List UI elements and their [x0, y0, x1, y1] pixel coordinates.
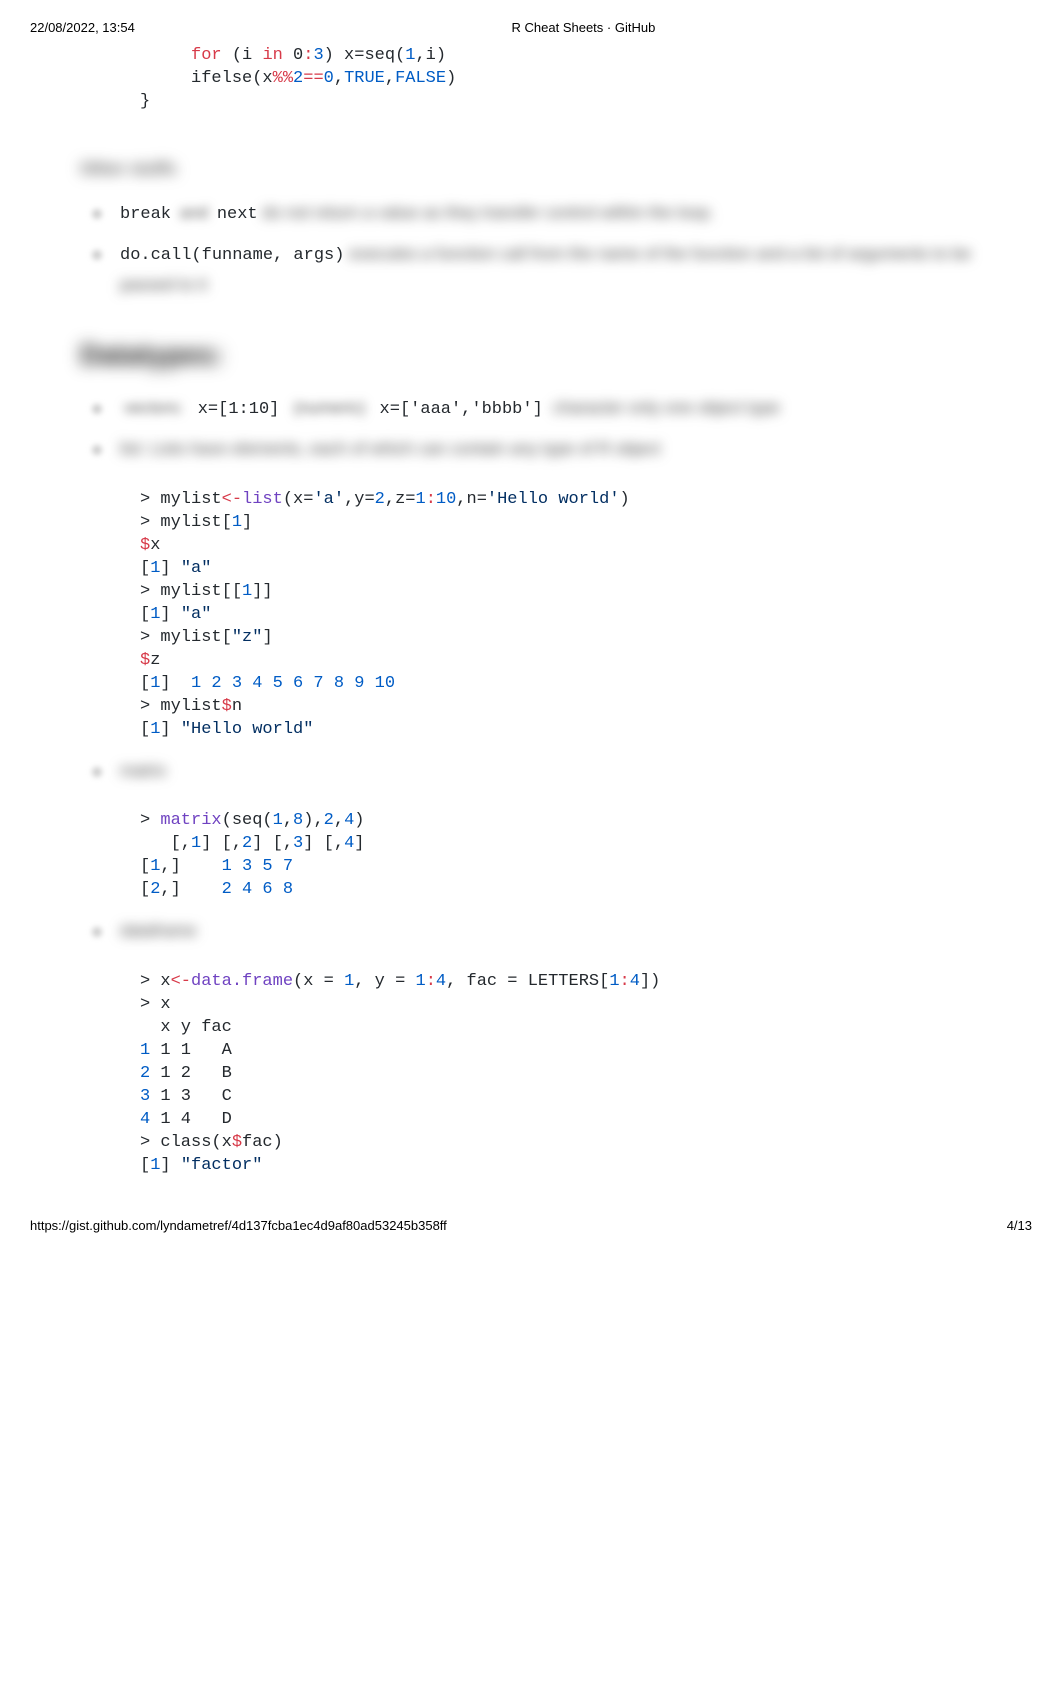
bullet-list-datatypes: vectors: x=[1:10] (numeric) x=['aaa','bb…: [60, 389, 1002, 469]
footer-url: https://gist.github.com/lyndametref/4d13…: [30, 1218, 447, 1233]
page-footer: https://gist.github.com/lyndametref/4d13…: [0, 1208, 1062, 1253]
code-block-matrix: > matrix(seq(1,8),2,4) [,1] [,2] [,3] [,…: [70, 810, 1002, 902]
bullet-do-call: do.call(funname, args) executes a functi…: [100, 235, 1002, 305]
bullet-list-dataframe: dataframe: [60, 912, 1002, 951]
bullet-break-next: break and next do not return a value as …: [100, 194, 1002, 235]
bullet-list: list: Lists have elements, each of which…: [100, 430, 1002, 469]
bullet-list-other: break and next do not return a value as …: [60, 194, 1002, 305]
page-title: R Cheat Sheets · GitHub: [135, 20, 1032, 35]
heading-other: Other stuffs: [80, 159, 1002, 179]
document-content: for (i in 0:3) x=seq(1,i) ifelse(x%%2==0…: [0, 45, 1062, 1208]
page-header: 22/08/2022, 13:54 R Cheat Sheets · GitHu…: [0, 0, 1062, 45]
bullet-dataframe: dataframe: [100, 912, 1002, 951]
bullet-vectors: vectors: x=[1:10] (numeric) x=['aaa','bb…: [100, 389, 1002, 430]
code-block-for-ifelse: for (i in 0:3) x=seq(1,i) ifelse(x%%2==0…: [60, 45, 1002, 124]
bullet-matrix: matrix: [100, 752, 1002, 791]
print-timestamp: 22/08/2022, 13:54: [30, 20, 135, 35]
bullet-list-matrix: matrix: [60, 752, 1002, 791]
footer-page-number: 4/13: [1007, 1218, 1032, 1233]
code-block-list: > mylist<-list(x='a',y=2,z=1:10,n='Hello…: [70, 489, 1002, 741]
code-block-dataframe: > x<-data.frame(x = 1, y = 1:4, fac = LE…: [70, 971, 1002, 1177]
heading-datatypes: Datatypes:: [80, 339, 1002, 371]
